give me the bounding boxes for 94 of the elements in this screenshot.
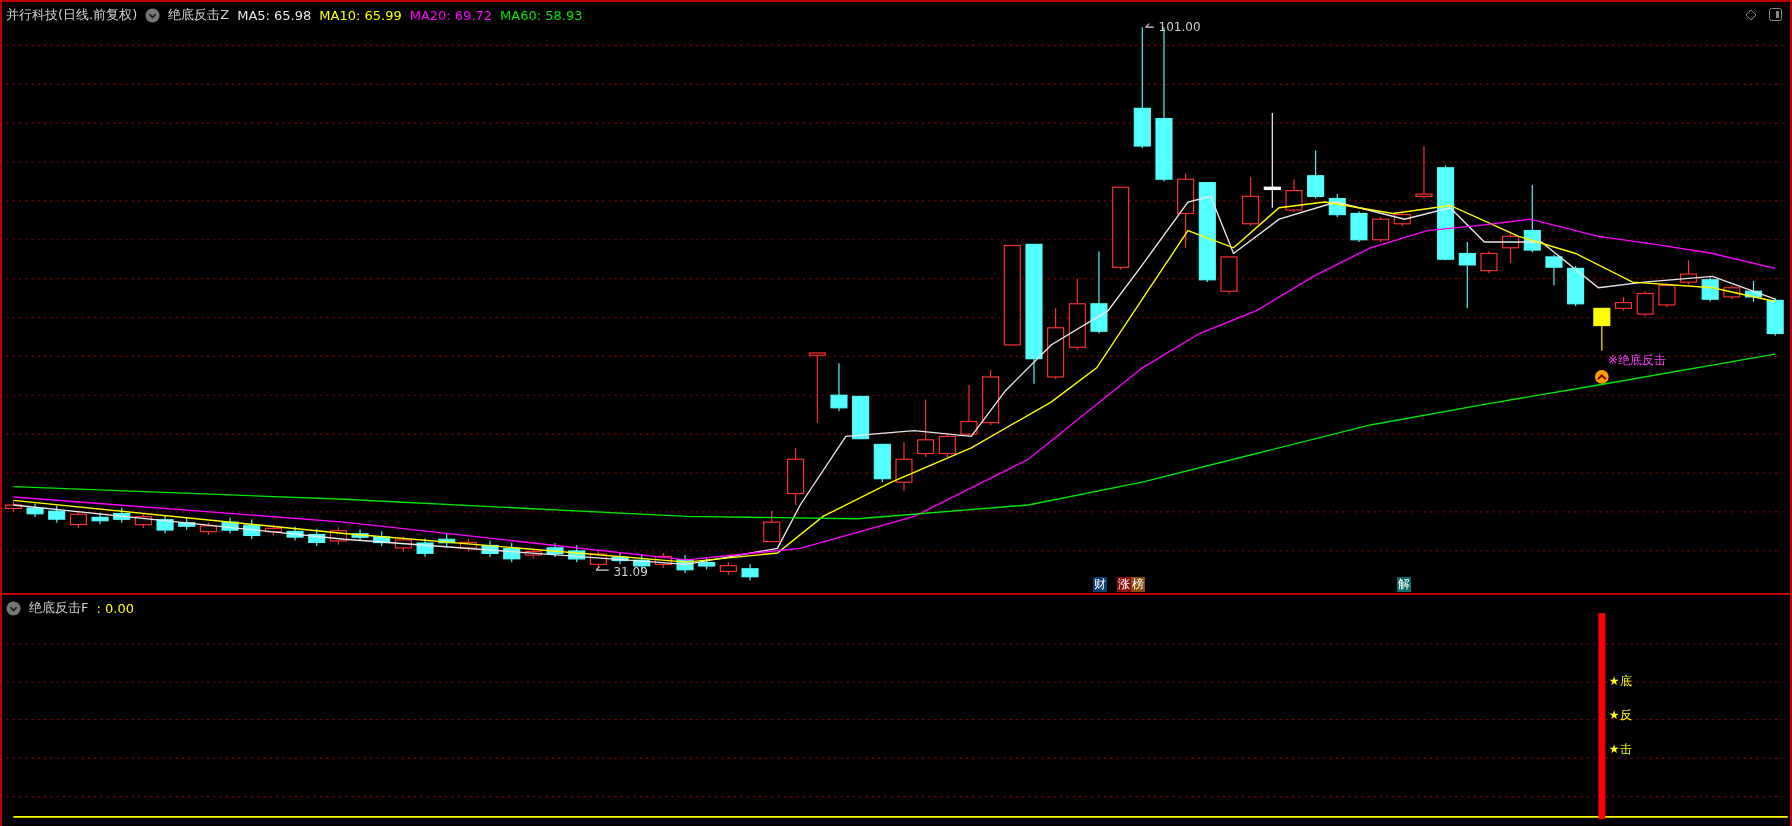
candlestick: [524, 547, 542, 560]
signal-star-label: ★反: [1608, 707, 1632, 724]
candlestick: [960, 384, 978, 437]
candlestick: [1285, 178, 1303, 213]
candlestick: [69, 510, 87, 529]
indicator-name: 绝底反击F: [29, 599, 89, 617]
candlestick: [199, 521, 217, 536]
candlestick: [676, 554, 694, 574]
candlestick: [830, 362, 848, 412]
candlestick: [113, 507, 131, 524]
signal-label: ※绝底反击: [1607, 352, 1666, 369]
moving-average-value: MA10: 65.99: [319, 7, 402, 23]
candlestick: [416, 537, 434, 558]
candlestick: [459, 538, 477, 553]
candlestick: [351, 528, 369, 542]
candlestick: [1593, 307, 1611, 352]
event-badge[interactable]: 涨: [1117, 577, 1132, 592]
candlestick: [243, 518, 261, 540]
high-price-label: 101.00: [1158, 20, 1201, 34]
candlestick: [1658, 282, 1676, 308]
moving-average-value: MA5: 65.98: [237, 7, 312, 23]
signal-star-label: ★底: [1608, 673, 1632, 690]
candlestick: [329, 526, 347, 545]
moving-average-value: MA20: 69.72: [409, 7, 493, 23]
candlestick: [1701, 276, 1719, 303]
candlestick: [373, 530, 391, 547]
candlestick: [546, 542, 564, 558]
candlestick: [763, 510, 781, 543]
candlestick: [1614, 296, 1633, 312]
candlestick: [787, 447, 805, 506]
collapse-icon[interactable]: [145, 7, 161, 23]
candlestick: [26, 502, 44, 518]
candlestick: [873, 443, 891, 483]
candlestick: [156, 514, 174, 534]
candlestick: [1307, 150, 1325, 200]
candlestick: [852, 395, 870, 440]
candlestick: [1350, 210, 1368, 243]
candlestick: [1523, 184, 1541, 253]
candlestick: [438, 533, 456, 547]
indicator-value: : 0.00: [96, 600, 134, 616]
candlestick: [178, 516, 196, 531]
candlestick: [1723, 284, 1741, 300]
candlestick: [1480, 250, 1498, 274]
signal-star-label: ★击: [1608, 741, 1632, 758]
event-badge[interactable]: 解: [1396, 577, 1411, 592]
candlestick: [286, 526, 304, 542]
diamond-icon[interactable]: [1745, 8, 1757, 21]
candlestick: [611, 551, 629, 565]
high-marker-line: [1145, 23, 1155, 28]
candlestick: [1744, 280, 1763, 303]
candlestick: [481, 540, 499, 558]
candlestick: [589, 550, 607, 569]
candlestick: [938, 433, 956, 458]
candlestick: [394, 535, 412, 552]
candlestick: [134, 512, 152, 529]
candlestick: [503, 542, 521, 563]
candlestick: [1242, 176, 1260, 227]
candlestick: [808, 352, 826, 424]
candlestick: [698, 556, 716, 571]
low-price-label: 31.09: [613, 565, 648, 579]
candlestick: [48, 504, 66, 524]
candlestick: [568, 544, 586, 563]
candlestick: [1545, 254, 1563, 287]
candlestick: [1567, 265, 1585, 307]
candlestick: [895, 441, 913, 492]
candlestick: [4, 501, 22, 513]
candlestick: [1415, 145, 1433, 200]
candlestick: [1502, 233, 1520, 264]
candlestick: [308, 528, 326, 547]
candlestick: [221, 516, 239, 535]
candlestick: [982, 369, 1000, 426]
candlestick: [1372, 216, 1390, 243]
candlestick: [719, 561, 737, 576]
up-arrow-circle-icon: [1595, 370, 1609, 384]
candlestick: [741, 563, 759, 581]
candlestick: [917, 399, 935, 458]
event-badge[interactable]: 榜: [1131, 577, 1146, 592]
candlestick: [1636, 290, 1654, 317]
candlestick: [1458, 241, 1476, 309]
candlestick: [654, 552, 672, 569]
candlestick: [264, 524, 282, 536]
candlestick: [1679, 259, 1698, 285]
moving-average-value: MA60: 58.93: [500, 7, 583, 23]
panel-toggle-icon[interactable]: [1769, 8, 1782, 21]
candlestick: [91, 512, 109, 525]
event-badge[interactable]: 财: [1093, 577, 1108, 592]
candlestick: [1220, 256, 1238, 295]
low-marker-line: [595, 566, 610, 571]
collapse-icon[interactable]: [6, 600, 21, 616]
candlestick: [1393, 211, 1411, 227]
indicator-name: 绝底反击Z: [168, 6, 230, 24]
candlestick: [1766, 297, 1784, 337]
stock-title: 并行科技(日线.前复权): [6, 6, 138, 24]
candlestick: [1328, 193, 1346, 218]
